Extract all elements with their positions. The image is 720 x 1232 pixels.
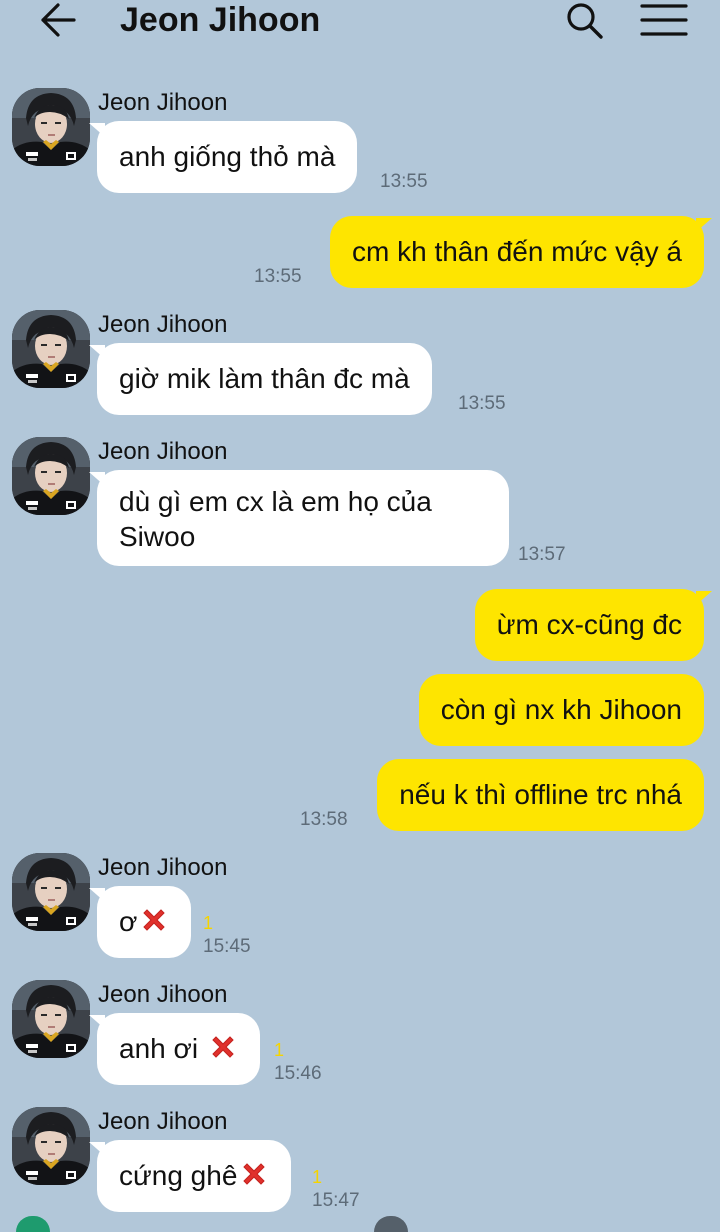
message-text-line: dù gì em cx là em họ của (119, 486, 432, 517)
message-time: 13:55 (380, 171, 428, 192)
arrow-left-icon[interactable] (38, 2, 78, 38)
message-time: 15:45 (203, 936, 251, 957)
message-bubble-in[interactable]: anh ơi (89, 1013, 260, 1085)
message-time: 15:46 (274, 1063, 322, 1084)
sender-name: Jeon Jihoon (98, 438, 228, 465)
sender-name: Jeon Jihoon (98, 311, 228, 338)
avatar[interactable] (12, 88, 90, 166)
chat-header: Jeon Jihoon (0, 0, 720, 44)
message-bubble-in[interactable]: anh giống thỏ mà (88, 121, 358, 193)
message-bubble-out[interactable]: còn gì nx kh Jihoon (418, 674, 704, 746)
search-icon[interactable] (564, 0, 604, 40)
message-text: còn gì nx kh Jihoon (440, 694, 682, 725)
message-text: nếu k thì offline trc nhá (399, 779, 682, 810)
chat-title: Jeon Jihoon (120, 1, 321, 39)
message-time: 13:55 (458, 393, 506, 414)
sender-name: Jeon Jihoon (98, 854, 228, 881)
message-bubble-in[interactable]: giờ mik làm thân đc mà (89, 343, 432, 415)
message-bubble-in[interactable]: ơ (88, 886, 192, 958)
message-text: cứng ghê (119, 1160, 238, 1191)
message-text: anh ơi (119, 1033, 206, 1064)
unread-count: 1 (203, 913, 214, 933)
hamburger-menu-icon[interactable] (640, 2, 688, 38)
red-x-icon (208, 1032, 238, 1062)
unread-count: 1 (274, 1040, 285, 1060)
message-time: 13:58 (300, 809, 348, 830)
message-text: cm kh thân đến mức vậy á (352, 236, 682, 267)
message-bubble-in[interactable]: dù gì em cx là em họ của Siwoo (89, 470, 509, 566)
sender-name: Jeon Jihoon (98, 1108, 228, 1135)
avatar[interactable] (12, 853, 90, 931)
message-text: ừm cx-cũng đc (496, 609, 682, 640)
sender-name: Jeon Jihoon (98, 981, 228, 1008)
message-time: 13:57 (518, 544, 566, 565)
avatar[interactable] (12, 310, 90, 388)
message-text: anh giống thỏ mà (119, 141, 336, 172)
message-text-line: Siwoo (119, 521, 196, 552)
message-time: 15:47 (312, 1190, 360, 1211)
message-bubble-out[interactable]: ừm cx-cũng đc (474, 589, 713, 661)
avatar[interactable] (12, 1107, 90, 1185)
partial-bottom-icon[interactable] (16, 1216, 50, 1232)
sender-name: Jeon Jihoon (98, 89, 228, 116)
message-text: ơ (119, 906, 138, 937)
unread-count: 1 (312, 1167, 323, 1187)
red-x-icon (139, 905, 169, 935)
message-bubble-in[interactable]: cứng ghê (88, 1140, 292, 1212)
message-bubble-out[interactable]: cm kh thân đến mức vậy á (330, 216, 712, 288)
red-x-icon (239, 1159, 269, 1189)
message-text: giờ mik làm thân đc mà (119, 363, 410, 394)
message-time: 13:55 (254, 266, 302, 287)
avatar[interactable] (12, 980, 90, 1058)
partial-bottom-icon[interactable] (374, 1216, 408, 1232)
message-bubble-out[interactable]: nếu k thì offline trc nhá (377, 759, 704, 831)
avatar[interactable] (12, 437, 90, 515)
